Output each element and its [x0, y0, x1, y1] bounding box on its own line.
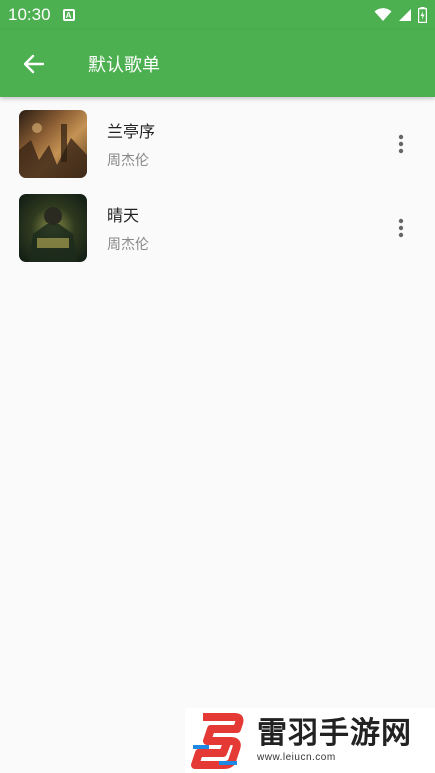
- status-bar: 10:30 A: [0, 0, 435, 30]
- song-title: 晴天: [107, 206, 140, 225]
- more-vertical-icon: [398, 134, 404, 154]
- wifi-icon: [374, 8, 392, 21]
- battery-icon: [418, 7, 427, 23]
- song-list: 兰亭序 周杰伦 晴天 周杰伦: [0, 97, 435, 270]
- more-button[interactable]: [391, 213, 411, 243]
- song-item[interactable]: 兰亭序 周杰伦: [0, 102, 435, 186]
- watermark-logo: [191, 712, 244, 769]
- signal-icon: [399, 9, 411, 21]
- watermark-url: www.leiucn.com: [257, 751, 336, 763]
- page-title: 默认歌单: [88, 54, 160, 76]
- back-button[interactable]: [0, 30, 68, 97]
- song-item[interactable]: 晴天 周杰伦: [0, 186, 435, 270]
- arrow-left-icon: [23, 54, 45, 73]
- song-title: 兰亭序: [107, 122, 156, 141]
- watermark-brand: 雷羽手游网: [257, 715, 412, 751]
- android-a-icon: A: [62, 9, 75, 21]
- album-cover: [19, 194, 87, 262]
- song-artist: 周杰伦: [107, 237, 149, 253]
- more-button[interactable]: [391, 129, 411, 159]
- album-cover: [19, 110, 87, 178]
- watermark: 雷羽手游网 www.leiucn.com: [185, 708, 435, 773]
- status-icons: [374, 7, 427, 23]
- song-artist: 周杰伦: [107, 153, 149, 169]
- more-vertical-icon: [398, 218, 404, 238]
- status-time: 10:30: [8, 5, 51, 24]
- app-bar: 默认歌单: [0, 30, 435, 97]
